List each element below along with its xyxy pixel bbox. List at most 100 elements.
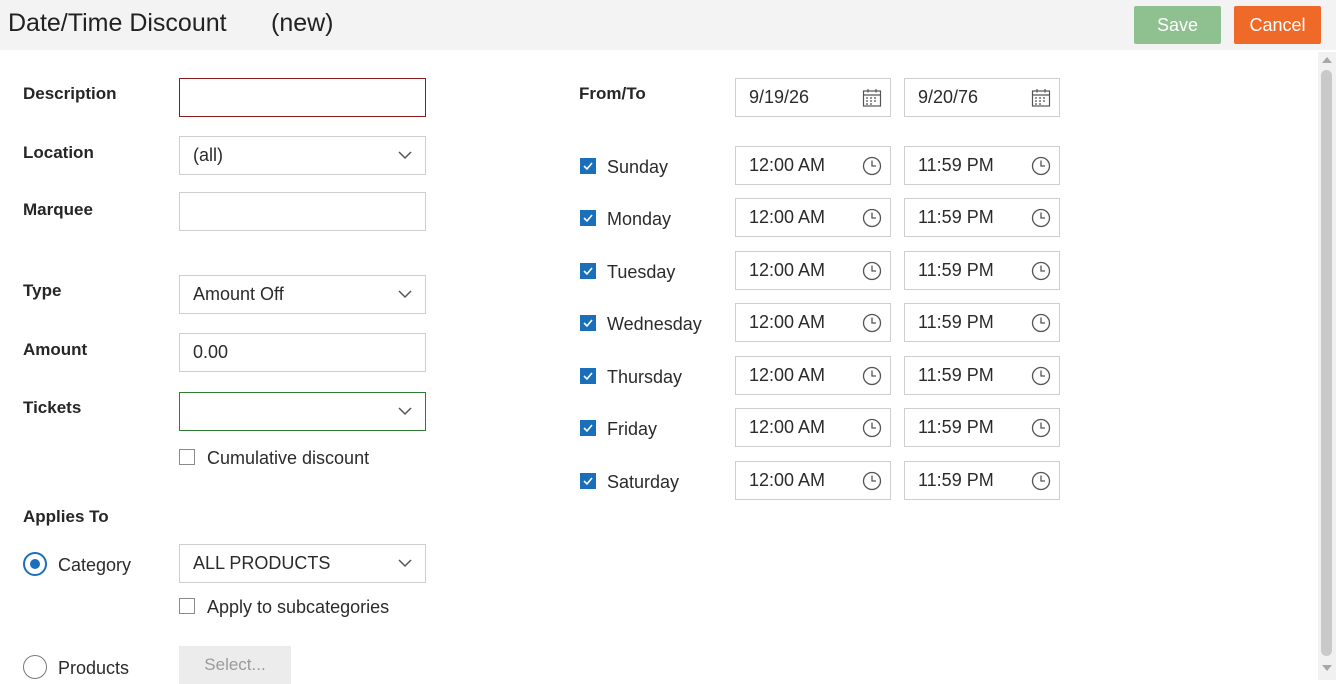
clock-icon[interactable]: [1031, 261, 1051, 281]
thursday-start-time[interactable]: 12:00 AM: [735, 356, 891, 395]
friday-start-time[interactable]: 12:00 AM: [735, 408, 891, 447]
sunday-start-time[interactable]: 12:00 AM: [735, 146, 891, 185]
products-label: Products: [58, 658, 130, 678]
saturday-label: Saturday: [607, 472, 680, 492]
calendar-icon[interactable]: [862, 88, 882, 108]
cumulative-discount-label: Cumulative discount: [207, 448, 370, 468]
thursday-checkbox[interactable]: [580, 368, 596, 384]
saturday-start-value: 12:00 AM: [749, 470, 826, 490]
apply-subcategories-label: Apply to subcategories: [207, 597, 390, 617]
check-icon: [583, 267, 593, 276]
saturday-end-time[interactable]: 11:59 PM: [904, 461, 1060, 500]
tuesday-end-value: 11:59 PM: [918, 260, 994, 280]
clock-icon[interactable]: [1031, 366, 1051, 386]
tickets-select[interactable]: [179, 392, 426, 431]
tickets-label: Tickets: [23, 398, 82, 417]
saturday-start-time[interactable]: 12:00 AM: [735, 461, 891, 500]
friday-end-value: 11:59 PM: [918, 417, 994, 437]
check-icon: [583, 477, 593, 486]
wednesday-checkbox[interactable]: [580, 315, 596, 331]
clock-icon[interactable]: [862, 418, 882, 438]
select-products-button[interactable]: Select...: [179, 646, 291, 684]
tuesday-end-time[interactable]: 11:59 PM: [904, 251, 1060, 290]
amount-label: Amount: [23, 340, 88, 359]
friday-start-value: 12:00 AM: [749, 417, 826, 437]
type-label: Type: [23, 281, 62, 300]
tuesday-start-time[interactable]: 12:00 AM: [735, 251, 891, 290]
clock-icon[interactable]: [1031, 156, 1051, 176]
page-subtitle: (new): [271, 9, 334, 37]
clock-icon[interactable]: [1031, 471, 1051, 491]
friday-checkbox[interactable]: [580, 420, 596, 436]
thursday-end-time[interactable]: 11:59 PM: [904, 356, 1060, 395]
check-icon: [583, 372, 593, 381]
cumulative-discount-checkbox[interactable]: [179, 449, 195, 465]
monday-start-value: 12:00 AM: [749, 207, 826, 227]
tuesday-checkbox[interactable]: [580, 263, 596, 279]
from-date-value: 9/19/26: [749, 87, 810, 107]
marquee-label: Marquee: [23, 200, 93, 219]
apply-subcategories-checkbox[interactable]: [179, 598, 195, 614]
saturday-end-value: 11:59 PM: [918, 470, 994, 490]
header-bar: Date/Time Discount (new) Save Cancel: [0, 0, 1336, 50]
description-label: Description: [23, 84, 117, 103]
check-icon: [583, 214, 593, 223]
sunday-start-value: 12:00 AM: [749, 155, 826, 175]
friday-end-time[interactable]: 11:59 PM: [904, 408, 1060, 447]
monday-end-time[interactable]: 11:59 PM: [904, 198, 1060, 237]
marquee-field[interactable]: [179, 192, 426, 231]
from-date-field[interactable]: 9/19/26: [735, 78, 891, 117]
tuesday-start-value: 12:00 AM: [749, 260, 826, 280]
category-select[interactable]: ALL PRODUCTS: [179, 544, 426, 583]
save-button[interactable]: Save: [1134, 6, 1221, 44]
monday-checkbox[interactable]: [580, 210, 596, 226]
location-select[interactable]: (all): [179, 136, 426, 175]
location-value: (all): [193, 145, 223, 165]
tuesday-label: Tuesday: [607, 262, 676, 282]
category-value: ALL PRODUCTS: [193, 553, 331, 573]
to-date-value: 9/20/76: [918, 87, 979, 107]
category-radio[interactable]: [23, 552, 47, 576]
products-radio[interactable]: [23, 655, 47, 679]
clock-icon[interactable]: [1031, 418, 1051, 438]
vertical-scrollbar[interactable]: [1318, 52, 1336, 680]
sunday-checkbox[interactable]: [580, 158, 596, 174]
scroll-up-arrow-icon[interactable]: [1322, 56, 1332, 64]
thursday-start-value: 12:00 AM: [749, 365, 826, 385]
clock-icon[interactable]: [862, 208, 882, 228]
wednesday-label: Wednesday: [607, 314, 702, 334]
scrollbar-thumb[interactable]: [1321, 70, 1332, 656]
clock-icon[interactable]: [1031, 313, 1051, 333]
chevron-down-icon: [397, 149, 413, 161]
saturday-checkbox[interactable]: [580, 473, 596, 489]
type-value: Amount Off: [193, 284, 284, 304]
to-date-field[interactable]: 9/20/76: [904, 78, 1060, 117]
monday-label: Monday: [607, 209, 672, 229]
clock-icon[interactable]: [862, 366, 882, 386]
clock-icon[interactable]: [862, 261, 882, 281]
monday-end-value: 11:59 PM: [918, 207, 994, 227]
sunday-end-value: 11:59 PM: [918, 155, 994, 175]
from-to-label: From/To: [579, 84, 646, 103]
type-select[interactable]: Amount Off: [179, 275, 426, 314]
location-label: Location: [23, 143, 94, 162]
scroll-down-arrow-icon[interactable]: [1322, 664, 1332, 672]
chevron-down-icon: [397, 405, 413, 417]
sunday-label: Sunday: [607, 157, 669, 177]
clock-icon[interactable]: [1031, 208, 1051, 228]
monday-start-time[interactable]: 12:00 AM: [735, 198, 891, 237]
clock-icon[interactable]: [862, 471, 882, 491]
amount-field[interactable]: 0.00: [179, 333, 426, 372]
clock-icon[interactable]: [862, 313, 882, 333]
thursday-end-value: 11:59 PM: [918, 365, 994, 385]
calendar-icon[interactable]: [1031, 88, 1051, 108]
thursday-label: Thursday: [607, 367, 683, 387]
wednesday-end-time[interactable]: 11:59 PM: [904, 303, 1060, 342]
sunday-end-time[interactable]: 11:59 PM: [904, 146, 1060, 185]
description-field[interactable]: [179, 78, 426, 117]
clock-icon[interactable]: [862, 156, 882, 176]
wednesday-start-time[interactable]: 12:00 AM: [735, 303, 891, 342]
cancel-button[interactable]: Cancel: [1234, 6, 1321, 44]
wednesday-end-value: 11:59 PM: [918, 312, 994, 332]
check-icon: [583, 424, 593, 433]
